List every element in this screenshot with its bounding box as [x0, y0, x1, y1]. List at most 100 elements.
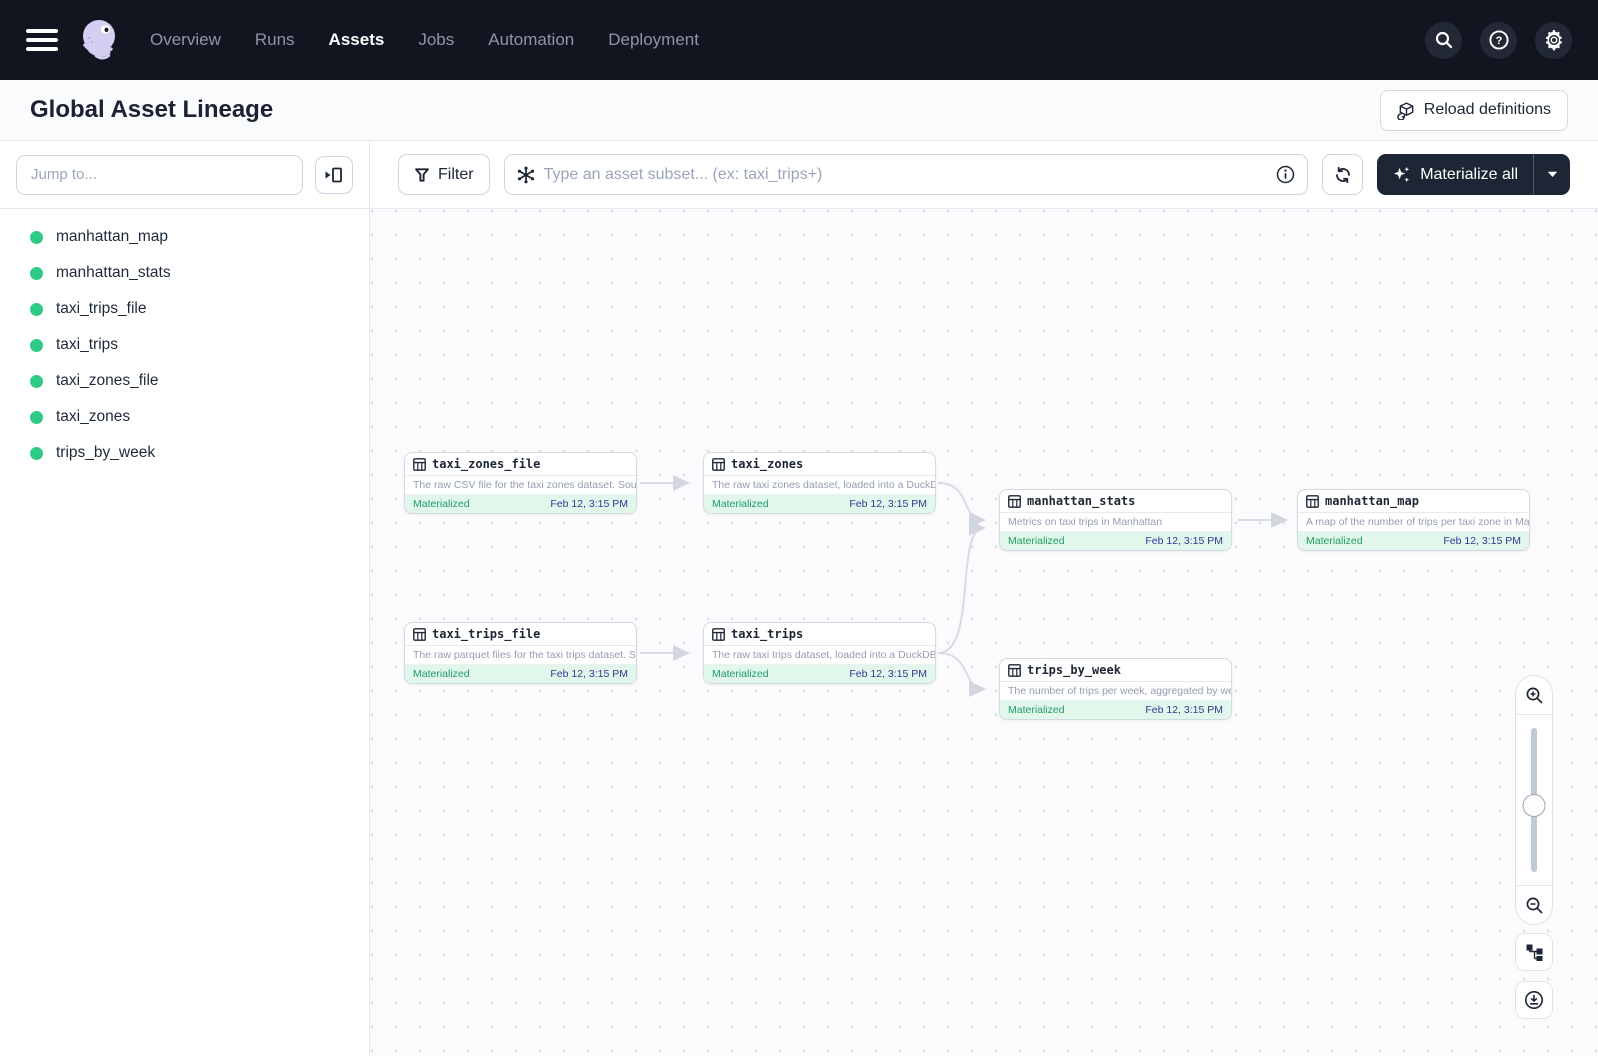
zoom-out-button[interactable] [1515, 886, 1553, 924]
table-icon [712, 458, 725, 471]
svg-text:?: ? [1495, 35, 1502, 47]
asset-label: trips_by_week [56, 444, 155, 462]
asset-node-status: Materialized [712, 668, 769, 680]
nav-links: Overview Runs Assets Jobs Automation Dep… [150, 30, 699, 50]
asset-node-name: taxi_trips_file [432, 627, 540, 641]
filter-label: Filter [438, 166, 474, 184]
zoom-slider-handle[interactable] [1523, 794, 1546, 817]
refresh-icon [1334, 166, 1352, 184]
help-button[interactable]: ? [1480, 22, 1517, 59]
zoom-in-button[interactable] [1515, 676, 1553, 714]
asset-list: manhattan_map manhattan_stats taxi_trips… [0, 209, 369, 481]
nav-item-automation[interactable]: Automation [488, 30, 574, 50]
asset-node-timestamp: Feb 12, 3:15 PM [849, 498, 927, 510]
table-icon [712, 628, 725, 641]
asset-node-name: taxi_zones [731, 457, 803, 471]
filter-button[interactable]: Filter [398, 154, 490, 195]
asset-sidebar: manhattan_map manhattan_stats taxi_trips… [0, 141, 370, 1056]
asset-node-taxi_trips_file[interactable]: taxi_trips_file The raw parquet files fo… [404, 622, 637, 684]
page-title: Global Asset Lineage [30, 96, 273, 124]
asset-node-timestamp: Feb 12, 3:15 PM [849, 668, 927, 680]
search-icon [1434, 30, 1454, 50]
info-icon[interactable] [1276, 165, 1295, 184]
materialized-status-dot [30, 339, 43, 352]
settings-button[interactable] [1535, 22, 1572, 59]
recenter-view-button[interactable] [1515, 981, 1553, 1019]
refresh-button[interactable] [1322, 154, 1363, 195]
search-button[interactable] [1425, 22, 1462, 59]
filter-funnel-icon [414, 167, 430, 183]
graph-toolbar: Filter [370, 141, 1598, 209]
asset-node-name: manhattan_stats [1027, 494, 1135, 508]
sidebar-item-trips_by_week[interactable]: trips_by_week [0, 435, 369, 471]
rearrange-graph-button[interactable] [1515, 933, 1553, 971]
asset-node-timestamp: Feb 12, 3:15 PM [1443, 535, 1521, 547]
materialized-status-dot [30, 231, 43, 244]
materialize-dropdown-button[interactable] [1533, 154, 1570, 195]
asset-subset-field [504, 154, 1309, 195]
edge-taxi_trips-manhattan_stats [938, 528, 984, 653]
asset-node-description: The raw taxi zones dataset, loaded into … [704, 476, 935, 495]
table-icon [1306, 495, 1319, 508]
recenter-download-icon [1524, 990, 1544, 1010]
zoom-control [1515, 675, 1553, 925]
sidebar-item-taxi_zones_file[interactable]: taxi_zones_file [0, 363, 369, 399]
asset-label: taxi_zones [56, 408, 130, 426]
asset-node-status: Materialized [712, 498, 769, 510]
asset-label: manhattan_map [56, 228, 168, 246]
asset-graph-icon [517, 166, 535, 184]
asset-node-status: Materialized [1306, 535, 1363, 547]
reload-definitions-button[interactable]: Reload definitions [1380, 90, 1568, 131]
asset-node-taxi_zones[interactable]: taxi_zones The raw taxi zones dataset, l… [703, 452, 936, 514]
edge-taxi_zones-manhattan_stats [938, 483, 984, 520]
asset-node-status: Materialized [1008, 704, 1065, 716]
materialize-all-button[interactable]: Materialize all [1377, 154, 1533, 195]
materialize-all-label: Materialize all [1420, 166, 1518, 184]
materialized-status-dot [30, 267, 43, 280]
asset-node-description: A map of the number of trips per taxi zo… [1298, 513, 1529, 532]
materialized-status-dot [30, 375, 43, 388]
asset-node-trips_by_week[interactable]: trips_by_week The number of trips per we… [999, 658, 1232, 720]
top-nav-bar: Overview Runs Assets Jobs Automation Dep… [0, 0, 1598, 80]
nav-item-overview[interactable]: Overview [150, 30, 221, 50]
zoom-in-icon [1525, 686, 1544, 705]
sparkles-icon [1392, 165, 1411, 184]
asset-node-name: trips_by_week [1027, 663, 1121, 677]
nav-item-jobs[interactable]: Jobs [418, 30, 454, 50]
asset-label: taxi_trips_file [56, 300, 146, 318]
nav-item-runs[interactable]: Runs [255, 30, 295, 50]
dagster-logo-icon[interactable] [76, 16, 124, 64]
nav-item-assets[interactable]: Assets [329, 30, 385, 50]
reload-cube-icon [1397, 101, 1416, 120]
sidebar-item-manhattan_stats[interactable]: manhattan_stats [0, 255, 369, 291]
help-icon: ? [1488, 29, 1510, 51]
asset-label: manhattan_stats [56, 264, 171, 282]
materialize-all-split-button: Materialize all [1377, 154, 1570, 195]
menu-icon[interactable] [26, 29, 58, 51]
sidebar-item-taxi_zones[interactable]: taxi_zones [0, 399, 369, 435]
jump-to-input[interactable] [16, 155, 303, 195]
asset-node-manhattan_map[interactable]: manhattan_map A map of the number of tri… [1297, 489, 1530, 551]
reload-definitions-label: Reload definitions [1424, 101, 1551, 119]
asset-node-description: The raw taxi trips dataset, loaded into … [704, 646, 935, 665]
asset-node-timestamp: Feb 12, 3:15 PM [1145, 704, 1223, 716]
asset-node-description: The number of trips per week, aggregated… [1000, 682, 1231, 701]
nav-item-deployment[interactable]: Deployment [608, 30, 699, 50]
zoom-slider[interactable] [1516, 714, 1552, 886]
asset-node-status: Materialized [413, 668, 470, 680]
asset-node-manhattan_stats[interactable]: manhattan_stats Metrics on taxi trips in… [999, 489, 1232, 551]
table-icon [413, 628, 426, 641]
sidebar-item-taxi_trips_file[interactable]: taxi_trips_file [0, 291, 369, 327]
collapse-panel-icon [325, 167, 343, 183]
collapse-sidebar-button[interactable] [315, 156, 353, 194]
sidebar-item-manhattan_map[interactable]: manhattan_map [0, 219, 369, 255]
asset-subset-input[interactable] [544, 166, 1268, 184]
lineage-graph-canvas[interactable]: taxi_zones_file The raw CSV file for the… [370, 209, 1598, 1056]
asset-node-taxi_zones_file[interactable]: taxi_zones_file The raw CSV file for the… [404, 452, 637, 514]
sidebar-item-taxi_trips[interactable]: taxi_trips [0, 327, 369, 363]
asset-node-description: The raw CSV file for the taxi zones data… [405, 476, 636, 495]
asset-node-name: taxi_trips [731, 627, 803, 641]
graph-layout-icon [1525, 943, 1544, 962]
asset-node-taxi_trips[interactable]: taxi_trips The raw taxi trips dataset, l… [703, 622, 936, 684]
asset-node-name: manhattan_map [1325, 494, 1419, 508]
